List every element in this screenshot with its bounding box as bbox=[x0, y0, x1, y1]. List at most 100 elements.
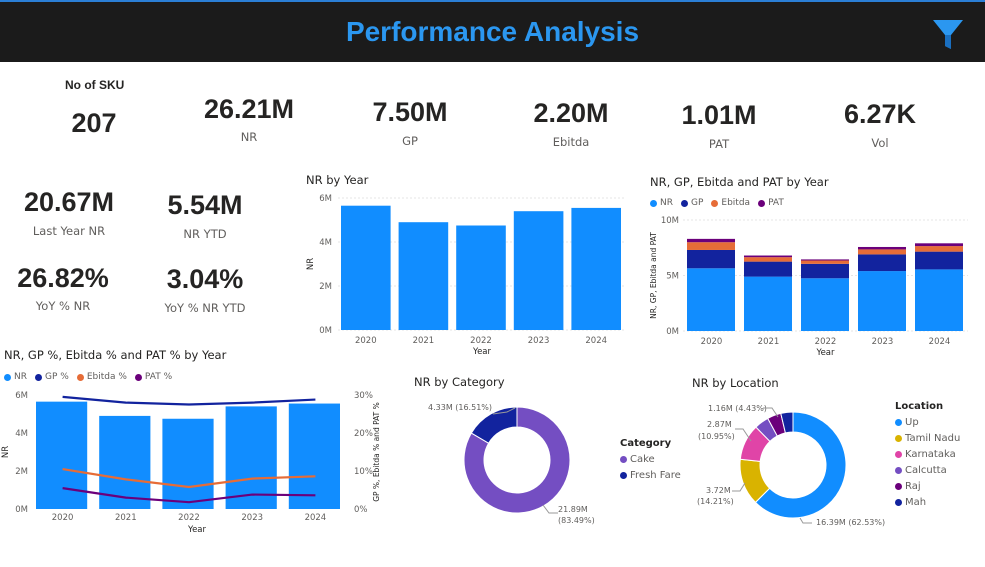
legend-item[interactable]: Calcutta bbox=[895, 465, 960, 476]
legend-item[interactable]: GP % bbox=[35, 372, 69, 382]
bar-segment bbox=[687, 242, 735, 250]
legend-item[interactable]: Tamil Nadu bbox=[895, 433, 960, 444]
bar-segment bbox=[858, 271, 906, 331]
category-legend: Category Cake Fresh Fare bbox=[620, 438, 681, 481]
bar-segment bbox=[801, 263, 849, 279]
y2-axis-title: GP %, Ebitda % and PAT % bbox=[372, 402, 381, 502]
location-donut-title: NR by Location bbox=[692, 376, 779, 390]
y-axis-title: NR bbox=[306, 258, 316, 270]
location-legend: Location Up Tamil Nadu Karnataka Calcutt… bbox=[895, 401, 960, 508]
bar bbox=[398, 222, 449, 330]
legend-item[interactable]: PAT % bbox=[134, 372, 172, 382]
y-tick-label: 0M bbox=[666, 327, 679, 337]
x-tick-label: 2021 bbox=[115, 513, 137, 523]
ebitda-kpi-value: 2.20M bbox=[533, 98, 609, 128]
data-label: 16.39M (62.53%) bbox=[816, 518, 885, 527]
last-year-nr-value: 20.67M bbox=[23, 187, 115, 217]
x-tick-label: 2022 bbox=[470, 336, 492, 346]
nr-ytd-label: NR YTD bbox=[183, 227, 227, 241]
y-tick-label: 6M bbox=[319, 194, 332, 204]
yoy-nr-value: 26.82% bbox=[17, 263, 109, 293]
legend-item[interactable]: NR bbox=[4, 372, 27, 382]
bar bbox=[456, 225, 506, 330]
bar-segment bbox=[858, 246, 906, 250]
vol-kpi-label: Vol bbox=[871, 136, 889, 150]
combo-chart-title: NR, GP %, Ebitda % and PAT % by Year bbox=[4, 348, 227, 362]
y-tick-label: 5M bbox=[666, 272, 679, 282]
bar-segment bbox=[915, 269, 963, 331]
legend-item[interactable]: Raj bbox=[895, 481, 960, 492]
y-tick-label: 0M bbox=[15, 505, 28, 515]
leader-line bbox=[542, 504, 558, 514]
data-label: (14.21%) bbox=[697, 497, 734, 506]
bar-segment bbox=[915, 251, 963, 270]
x-tick-label: 2024 bbox=[305, 513, 327, 523]
yoy-nr-ytd-label: YoY % NR YTD bbox=[164, 301, 246, 315]
yoy-nr-label: YoY % NR bbox=[35, 299, 91, 313]
leader-line bbox=[799, 517, 812, 524]
combo-chart-legend: NR GP % Ebitda % PAT % bbox=[4, 372, 172, 382]
category-donut-title: NR by Category bbox=[414, 375, 505, 389]
data-label: (10.95%) bbox=[698, 432, 735, 441]
location-donut-chart: 1.16M (4.43%) 2.87M (10.95%) 3.72M (14.21%) 1… bbox=[697, 404, 885, 527]
pat-kpi-value: 1.01M bbox=[681, 100, 757, 130]
legend-item[interactable]: NR bbox=[650, 198, 673, 208]
x-tick-label: 2020 bbox=[52, 513, 74, 523]
ebitda-kpi-label: Ebitda bbox=[552, 135, 590, 149]
data-label: 2.87M bbox=[707, 420, 732, 429]
legend-item[interactable]: PAT bbox=[758, 198, 784, 208]
bar-segment bbox=[744, 255, 792, 258]
legend-item[interactable]: Ebitda % bbox=[76, 372, 127, 382]
x-tick-label: 2020 bbox=[701, 337, 723, 347]
data-label: 3.72M bbox=[706, 486, 731, 495]
bar-segment bbox=[858, 249, 906, 255]
stacked-chart-legend: NR GP Ebitda PAT bbox=[650, 198, 784, 208]
y-tick-label: 4M bbox=[319, 238, 332, 248]
category-legend-title: Category bbox=[620, 438, 672, 449]
legend-item[interactable]: Cake bbox=[620, 454, 681, 465]
data-label: 21.89M bbox=[558, 505, 588, 514]
bar-segment bbox=[687, 238, 735, 243]
bar bbox=[36, 401, 88, 509]
y-tick-label: 0M bbox=[319, 326, 332, 336]
legend-item[interactable]: Ebitda bbox=[711, 198, 750, 208]
bar-segment bbox=[801, 259, 849, 261]
bar bbox=[513, 211, 564, 330]
combo-bar-line-chart: 0M 2M 4M 6M 0% 10% 20% 30% 2020 2021 2022 2023 2024 Y… bbox=[1, 391, 381, 535]
series-line bbox=[62, 395, 316, 406]
x-axis-title: Year bbox=[472, 347, 492, 357]
bar-segment bbox=[801, 260, 849, 264]
stacked-bar-chart: 0M 5M 10M 2020 2021 2022 2023 2024 Year NR, GP, E… bbox=[649, 216, 968, 358]
x-tick-label: 2024 bbox=[585, 336, 607, 346]
data-label: 4.33M (16.51%) bbox=[428, 403, 492, 412]
y-axis-title: NR, GP, Ebitda and PAT bbox=[649, 232, 658, 319]
bar-segment bbox=[744, 261, 792, 277]
last-year-nr-label: Last Year NR bbox=[32, 224, 106, 238]
nr-ytd-value: 5.54M bbox=[167, 190, 243, 220]
legend-item[interactable]: GP bbox=[681, 198, 703, 208]
filter-icon[interactable] bbox=[932, 18, 964, 52]
legend-item[interactable]: Mah bbox=[895, 497, 960, 508]
x-tick-label: 2022 bbox=[815, 337, 837, 347]
y2-tick-label: 30% bbox=[354, 391, 373, 401]
bar bbox=[571, 207, 621, 330]
nr-by-year-title: NR by Year bbox=[306, 173, 369, 187]
x-tick-label: 2023 bbox=[872, 337, 894, 347]
vol-kpi-value: 6.27K bbox=[843, 99, 917, 129]
yoy-nr-ytd-value: 3.04% bbox=[166, 264, 244, 294]
x-tick-label: 2023 bbox=[241, 513, 263, 523]
bar bbox=[288, 403, 340, 509]
bar-segment bbox=[915, 246, 963, 252]
y-tick-label: 10M bbox=[661, 216, 679, 226]
gp-kpi-label: GP bbox=[402, 134, 418, 148]
x-tick-label: 2022 bbox=[178, 513, 200, 523]
y-tick-label: 2M bbox=[319, 282, 332, 292]
data-label: (83.49%) bbox=[558, 516, 595, 525]
x-tick-label: 2021 bbox=[413, 336, 435, 346]
sku-count-value: 207 bbox=[71, 108, 117, 138]
category-donut-chart: 4.33M (16.51%) 21.89M (83.49%) bbox=[428, 403, 595, 525]
data-label: 1.16M (4.43%) bbox=[708, 404, 767, 413]
legend-item[interactable]: Fresh Fare bbox=[620, 470, 681, 481]
legend-item[interactable]: Up bbox=[895, 417, 960, 428]
legend-item[interactable]: Karnataka bbox=[895, 449, 960, 460]
